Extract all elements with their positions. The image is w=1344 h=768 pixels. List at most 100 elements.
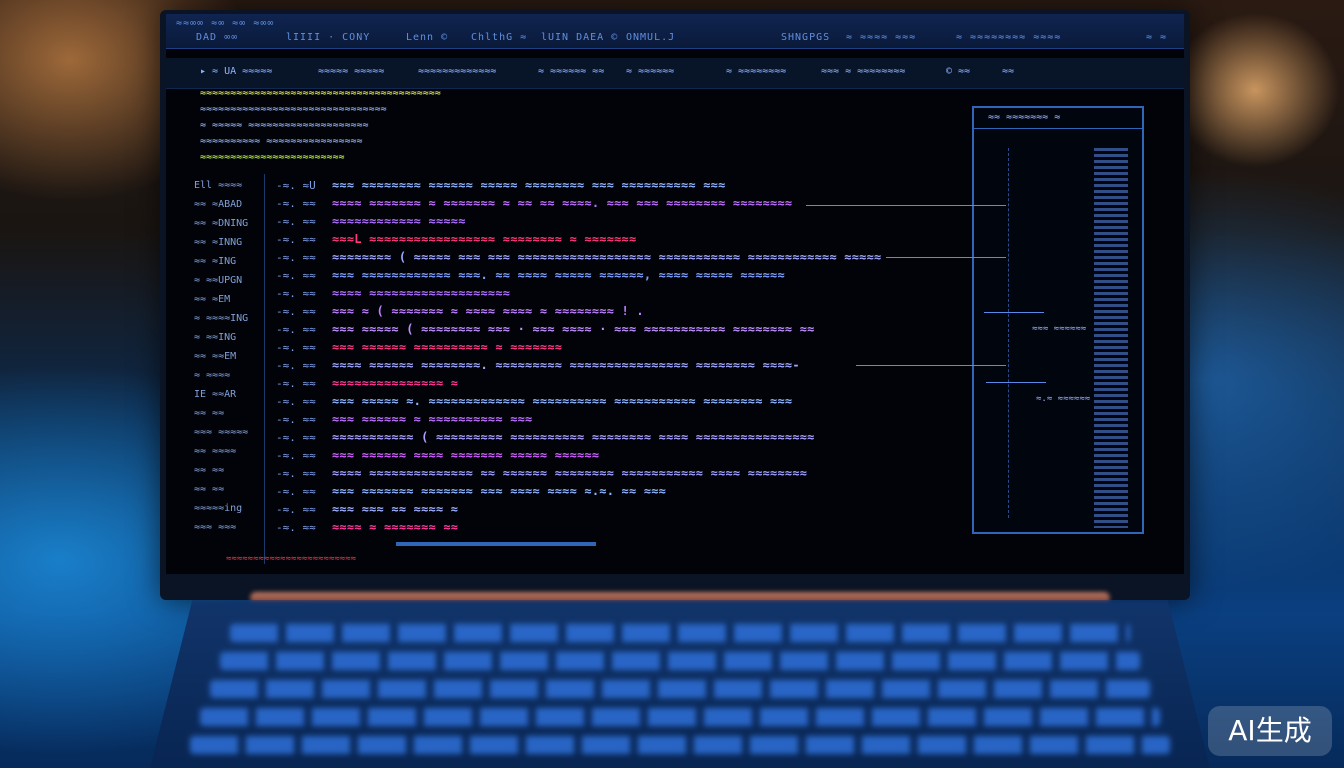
toolbar-item[interactable]: ≈ ≈≈≈≈≈≈ — [626, 66, 674, 77]
top-block-line: ≈≈≈≈≈≈≈≈≈≈≈≈≈≈≈≈≈≈≈≈≈≈≈≈ — [200, 152, 345, 163]
code-line: -≈. ≈≈ ≈≈≈≈≈≈≈≈≈≈≈ ( ≈≈≈≈≈≈≈≈≈ ≈≈≈≈≈≈≈≈≈≈… — [276, 428, 916, 446]
line-number: -≈. ≈≈ — [276, 322, 316, 336]
code-line: -≈. ≈U ≈≈≈ ≈≈≈≈≈≈≈≈ ≈≈≈≈≈≈ ≈≈≈≈≈ ≈≈≈≈≈≈≈≈… — [276, 176, 916, 194]
line-number: -≈. ≈≈ — [276, 286, 316, 300]
key-row — [220, 652, 1140, 670]
code-line: -≈. ≈≈ ≈≈≈L ≈≈≈≈≈≈≈≈≈≈≈≈≈≈≈≈≈ ≈≈≈≈≈≈≈≈ ≈ … — [276, 230, 916, 248]
menu-item[interactable]: DAD ∞∞ — [196, 32, 238, 43]
gutter-item[interactable]: ≈≈ ≈≈≈≈ — [194, 446, 236, 457]
code-line: -≈. ≈≈ ≈≈≈ ≈≈≈ ≈≈ ≈≈≈≈ ≈ — [276, 500, 916, 518]
code-text: ≈≈≈ ≈≈≈≈≈≈ ≈≈≈≈ ≈≈≈≈≈≈≈ ≈≈≈≈≈ ≈≈≈≈≈≈ — [332, 448, 600, 462]
panel-label: ≈≈≈ ≈≈≈≈≈≈ — [1032, 324, 1087, 334]
code-text: ≈≈≈≈≈≈≈≈≈≈≈ ( ≈≈≈≈≈≈≈≈≈ ≈≈≈≈≈≈≈≈≈≈ ≈≈≈≈≈… — [332, 430, 815, 444]
key-row — [190, 736, 1170, 754]
panel-guide-line — [1008, 148, 1009, 518]
top-block-line: ≈≈≈≈≈≈≈≈≈≈≈≈≈≈≈≈≈≈≈≈≈≈≈≈≈≈≈≈≈≈≈ — [200, 104, 387, 115]
gutter-item[interactable]: ≈ ≈≈≈≈ING — [194, 313, 248, 324]
toolbar-item[interactable]: ≈≈≈≈≈≈≈≈≈≈≈≈≈ — [418, 66, 496, 77]
laptop-screen: ≈≈∞∞ ≈∞ ≈∞ ≈∞∞ DAD ∞∞ lIIII · CONY Lenn … — [166, 14, 1184, 574]
gutter-item[interactable]: ≈≈ ≈≈ — [194, 465, 224, 476]
line-number: -≈. ≈≈ — [276, 448, 316, 462]
code-text: ≈≈≈ ≈ ( ≈≈≈≈≈≈≈ ≈ ≈≈≈≈ ≈≈≈≈ ≈ ≈≈≈≈≈≈≈≈ !… — [332, 304, 644, 318]
side-panel-header: ≈≈ ≈≈≈≈≈≈≈ ≈ — [974, 108, 1142, 129]
toolbar-item[interactable]: © ≈≈ — [946, 66, 970, 77]
gutter-item[interactable]: ≈≈ ≈ABAD — [194, 199, 242, 210]
menu-bar: ≈≈∞∞ ≈∞ ≈∞ ≈∞∞ DAD ∞∞ lIIII · CONY Lenn … — [166, 14, 1184, 49]
toolbar-item[interactable]: ≈≈≈ ≈ ≈≈≈≈≈≈≈≈ — [821, 66, 905, 77]
gutter-item[interactable]: ≈ ≈≈≈≈ — [194, 370, 230, 381]
code-text: ≈≈≈≈≈≈≈≈ ( ≈≈≈≈≈ ≈≈≈ ≈≈≈ ≈≈≈≈≈≈≈≈≈≈≈≈≈≈≈… — [332, 250, 882, 264]
toolbar-item[interactable]: ≈≈≈≈≈ ≈≈≈≈≈ — [318, 66, 384, 77]
side-panel: ≈≈ ≈≈≈≈≈≈≈ ≈ ≈≈≈ ≈≈≈≈≈≈ ≈.≈ ≈≈≈≈≈≈ — [972, 106, 1144, 534]
photo-scene: ≈≈∞∞ ≈∞ ≈∞ ≈∞∞ DAD ∞∞ lIIII · CONY Lenn … — [0, 0, 1344, 768]
code-line: -≈. ≈≈ ≈≈≈ ≈≈≈≈≈≈ ≈ ≈≈≈≈≈≈≈≈≈≈ ≈≈≈ — [276, 410, 916, 428]
gutter-item[interactable]: ≈≈ ≈≈ — [194, 408, 224, 419]
menu-item[interactable]: SHNGPGS — [781, 32, 830, 43]
line-number: -≈. ≈≈ — [276, 484, 316, 498]
top-block-line: ≈ ≈≈≈≈≈ ≈≈≈≈≈≈≈≈≈≈≈≈≈≈≈≈≈≈≈≈ — [200, 120, 369, 131]
gutter-item[interactable]: ≈≈ ≈EM — [194, 294, 230, 305]
code-text: ≈≈≈ ≈≈≈ ≈≈ ≈≈≈≈ ≈ — [332, 502, 459, 516]
code-text: ≈≈≈ ≈≈≈≈≈ ( ≈≈≈≈≈≈≈≈ ≈≈≈ · ≈≈≈ ≈≈≈≈ · ≈≈… — [332, 322, 815, 336]
code-text: ≈≈≈≈ ≈≈≈≈≈≈≈ ≈ ≈≈≈≈≈≈≈ ≈ ≈≈ ≈≈ ≈≈≈≈. ≈≈≈… — [332, 196, 793, 210]
status-line: ≈≈≈≈≈≈≈≈≈≈≈≈≈≈≈≈≈≈≈≈≈≈≈≈ — [226, 554, 357, 564]
menu-item[interactable]: ≈ ≈ — [1146, 32, 1167, 43]
code-line: -≈. ≈≈ ≈≈≈≈ ≈≈≈≈≈≈≈≈≈≈≈≈≈≈ ≈≈ ≈≈≈≈≈≈ ≈≈≈≈… — [276, 464, 916, 482]
gutter-item[interactable]: ≈≈ ≈DNING — [194, 218, 248, 229]
panel-bars — [1094, 148, 1128, 528]
top-block-line: ≈≈≈≈≈≈≈≈≈≈ ≈≈≈≈≈≈≈≈≈≈≈≈≈≈≈≈ — [200, 136, 363, 147]
menu-item[interactable]: lUIN DAEA © — [541, 32, 618, 43]
gutter-item[interactable]: ≈ ≈≈ING — [194, 332, 236, 343]
gutter-item[interactable]: ≈≈≈ ≈≈≈≈≈ — [194, 427, 248, 438]
line-number: -≈. ≈≈ — [276, 502, 316, 516]
menu-item[interactable]: ≈ ≈≈≈≈ ≈≈≈ — [846, 32, 916, 43]
watermark-badge: AI生成 — [1208, 706, 1332, 756]
gutter-item[interactable]: ≈≈ ≈INNG — [194, 237, 242, 248]
gutter-item[interactable]: ≈≈≈≈≈ing — [194, 503, 242, 514]
code-text: ≈≈≈ ≈≈≈≈≈≈≈≈ ≈≈≈≈≈≈ ≈≈≈≈≈ ≈≈≈≈≈≈≈≈ ≈≈≈ ≈… — [332, 178, 726, 192]
code-text: ≈≈≈≈≈≈≈≈≈≈≈≈ ≈≈≈≈≈ — [332, 214, 466, 228]
gutter-item[interactable]: Ell ≈≈≈≈ — [194, 180, 242, 191]
toolbar-item[interactable]: ▸ ≈ UA ≈≈≈≈≈ — [200, 66, 272, 77]
toolbar-item[interactable]: ≈ ≈≈≈≈≈≈≈≈ — [726, 66, 786, 77]
connector-line — [886, 257, 1006, 258]
horizontal-scrollbar[interactable] — [396, 542, 596, 546]
line-number: -≈. ≈≈ — [276, 250, 316, 264]
code-text: ≈≈≈≈ ≈≈≈≈≈≈≈≈≈≈≈≈≈≈ ≈≈ ≈≈≈≈≈≈ ≈≈≈≈≈≈≈≈ ≈… — [332, 466, 808, 480]
gutter-item[interactable]: ≈ ≈≈UPGN — [194, 275, 242, 286]
menu-item[interactable]: ChlthG ≈ — [471, 32, 527, 43]
line-number: -≈. ≈≈ — [276, 394, 316, 408]
code-text: ≈≈≈ ≈≈≈≈≈≈≈ ≈≈≈≈≈≈≈ ≈≈≈ ≈≈≈≈ ≈≈≈≈ ≈.≈. ≈… — [332, 484, 667, 498]
code-text: ≈≈≈≈ ≈≈≈≈≈≈≈≈≈≈≈≈≈≈≈≈≈≈≈ — [332, 286, 511, 300]
line-number: -≈. ≈≈ — [276, 520, 316, 534]
key-row — [200, 708, 1160, 726]
code-text: ≈≈≈≈ ≈ ≈≈≈≈≈≈≈ ≈≈ — [332, 520, 459, 534]
code-line: -≈. ≈≈ ≈≈≈ ≈≈≈≈≈≈ ≈≈≈≈ ≈≈≈≈≈≈≈ ≈≈≈≈≈ ≈≈≈≈… — [276, 446, 916, 464]
menu-item[interactable]: ONMUL.J — [626, 32, 675, 43]
gutter-item[interactable]: ≈≈ ≈≈ — [194, 484, 224, 495]
line-number: -≈. ≈≈ — [276, 412, 316, 426]
toolbar-item[interactable]: ≈≈ — [1002, 66, 1014, 77]
menu-item[interactable]: lIIII · CONY — [286, 32, 370, 43]
menu-item[interactable]: Lenn © — [406, 32, 448, 43]
toolbar-item[interactable]: ≈ ≈≈≈≈≈≈ ≈≈ — [538, 66, 604, 77]
gutter-item[interactable]: IE ≈≈AR — [194, 389, 236, 400]
code-line: -≈. ≈≈ ≈≈≈ ≈≈≈≈≈≈≈ ≈≈≈≈≈≈≈ ≈≈≈ ≈≈≈≈ ≈≈≈≈ … — [276, 482, 916, 500]
code-line: -≈. ≈≈ ≈≈≈ ≈≈≈≈≈ ( ≈≈≈≈≈≈≈≈ ≈≈≈ · ≈≈≈ ≈≈≈… — [276, 320, 916, 338]
code-line: -≈. ≈≈ ≈≈≈≈ ≈ ≈≈≈≈≈≈≈ ≈≈ — [276, 518, 916, 536]
gutter-item[interactable]: ≈≈≈ ≈≈≈ — [194, 522, 236, 533]
connector-line — [806, 205, 1006, 206]
gutter-item[interactable]: ≈≈ ≈ING — [194, 256, 236, 267]
code-line: -≈. ≈≈ ≈≈≈≈ ≈≈≈≈≈≈ ≈≈≈≈≈≈≈≈. ≈≈≈≈≈≈≈≈≈ ≈≈… — [276, 356, 916, 374]
code-line: -≈. ≈≈ ≈≈≈ ≈≈≈≈≈ ≈. ≈≈≈≈≈≈≈≈≈≈≈≈≈ ≈≈≈≈≈≈≈… — [276, 392, 916, 410]
line-number: -≈. ≈≈ — [276, 430, 316, 444]
side-panel-title: ≈≈ ≈≈≈≈≈≈≈ ≈ — [988, 112, 1061, 123]
line-number: -≈. ≈≈ — [276, 196, 316, 210]
toolbar: ▸ ≈ UA ≈≈≈≈≈ ≈≈≈≈≈ ≈≈≈≈≈ ≈≈≈≈≈≈≈≈≈≈≈≈≈ ≈… — [166, 58, 1184, 89]
code-line: -≈. ≈≈ ≈≈≈≈≈≈≈≈≈≈≈≈≈≈≈ ≈ — [276, 374, 916, 392]
menu-item[interactable]: ≈ ≈≈≈≈≈≈≈≈ ≈≈≈≈ — [956, 32, 1061, 43]
line-number: -≈. ≈≈ — [276, 466, 316, 480]
gutter-item[interactable]: ≈≈ ≈≈EM — [194, 351, 236, 362]
menu-item[interactable]: ≈≈∞∞ ≈∞ ≈∞ ≈∞∞ — [176, 18, 274, 29]
line-number: -≈. ≈≈ — [276, 214, 316, 228]
